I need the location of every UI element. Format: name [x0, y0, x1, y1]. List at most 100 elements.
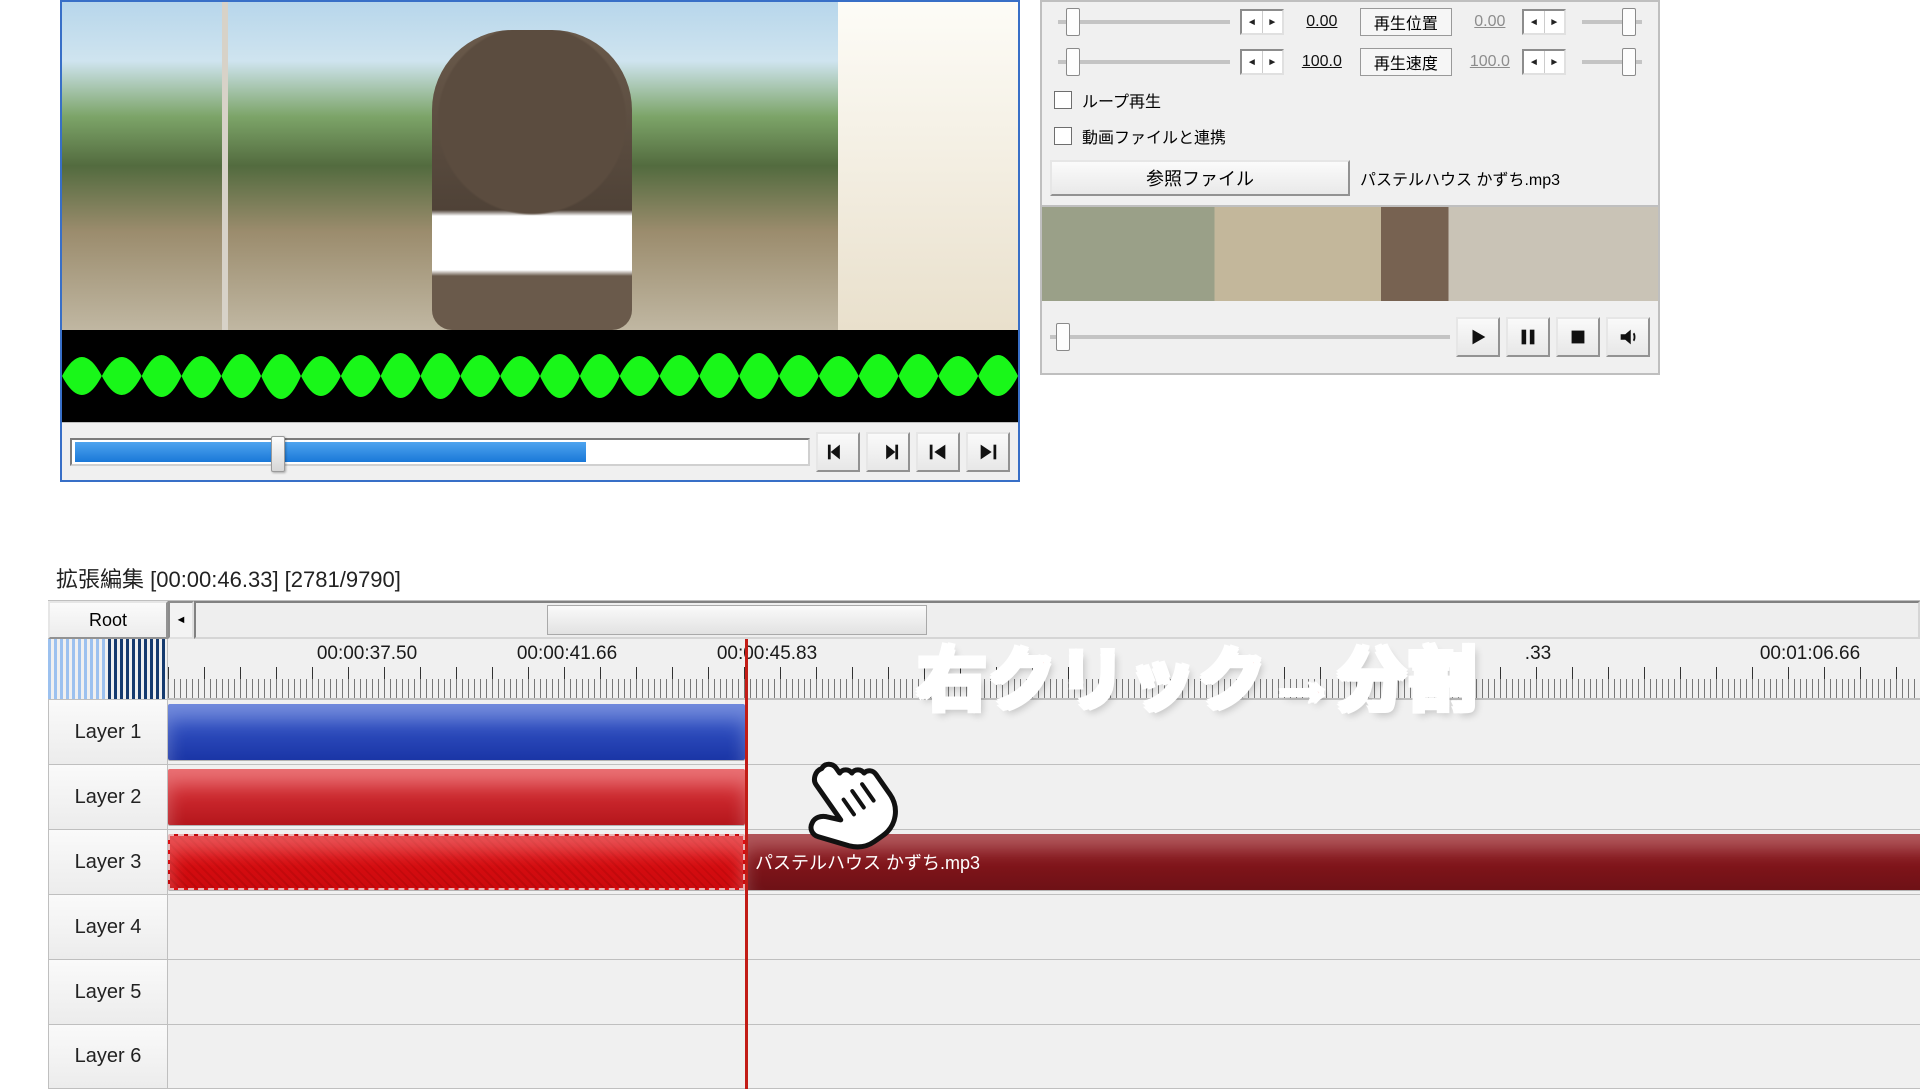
ruler-tick-label: 00:00:41.66 — [517, 643, 617, 665]
value-left[interactable]: 0.00 — [1290, 13, 1354, 31]
link-video-label: 動画ファイルと連携 — [1082, 124, 1226, 148]
mini-preview-panel — [1040, 205, 1660, 375]
layer-label[interactable]: Layer 5 — [48, 960, 168, 1024]
loop-playback-row: ループ再生 — [1042, 82, 1658, 118]
spin-left-dec[interactable]: ◄ — [1242, 51, 1262, 73]
stop-button[interactable] — [1556, 317, 1600, 357]
timeline-title: 拡張編集 [00:00:46.33] [2781/9790] — [56, 562, 401, 594]
audio-clip-selected[interactable] — [168, 834, 745, 890]
preview-progress-fill — [75, 442, 586, 462]
scroll-left-button[interactable]: ◄ — [168, 601, 194, 639]
loop-playback-label: ループ再生 — [1082, 88, 1161, 112]
value-right: 0.00 — [1458, 13, 1522, 31]
ruler-tick-label: 00:01:06.66 — [1760, 643, 1860, 665]
preview-progress[interactable] — [70, 438, 810, 466]
mini-preview-frame — [1042, 207, 1658, 301]
timeline-body: 00:00:37.50 00:00:41.66 00:00:45.83 .33 00:0… — [48, 639, 1920, 1089]
layer-row: Layer 3 パステルハウス かずち.mp3 — [48, 829, 1920, 894]
layer-track[interactable]: パステルハウス かずち.mp3 — [168, 830, 1920, 894]
video-preview-frame — [62, 2, 1018, 330]
property-label-button[interactable]: 再生速度 — [1360, 48, 1452, 76]
spin-left[interactable]: ◄ ► — [1240, 9, 1284, 35]
zoom-gauge[interactable] — [48, 639, 168, 699]
spin-left-dec[interactable]: ◄ — [1242, 11, 1262, 33]
layer-label[interactable]: Layer 4 — [48, 895, 168, 959]
property-slider-thumb[interactable] — [1622, 8, 1636, 36]
spin-left-inc[interactable]: ► — [1262, 51, 1282, 73]
spin-right-inc[interactable]: ► — [1544, 11, 1564, 33]
ruler-tick-label: .33 — [1525, 643, 1551, 665]
layer-row: Layer 5 — [48, 959, 1920, 1024]
video-subject — [432, 30, 632, 330]
layer-label[interactable]: Layer 1 — [48, 700, 168, 764]
ruler-tick-label: 00:00:37.50 — [317, 643, 417, 665]
preview-progress-handle[interactable] — [271, 436, 285, 472]
spin-left[interactable]: ◄ ► — [1240, 49, 1284, 75]
property-slider-left[interactable] — [1058, 20, 1230, 24]
layer-track[interactable] — [168, 960, 1920, 1024]
property-slider-left[interactable] — [1058, 60, 1230, 64]
property-slider-right[interactable] — [1582, 20, 1642, 24]
step-back-button[interactable] — [816, 432, 860, 472]
layer-row: Layer 1 — [48, 699, 1920, 764]
timeline-ruler-row: 00:00:37.50 00:00:41.66 00:00:45.83 .33 00:0… — [48, 639, 1920, 699]
property-slider-thumb[interactable] — [1066, 8, 1080, 36]
jump-start-button[interactable] — [916, 432, 960, 472]
ruler-tick-label: 00:00:45.83 — [717, 643, 817, 665]
value-right: 100.0 — [1458, 53, 1522, 71]
timeline-scroll-thumb[interactable] — [547, 605, 927, 635]
preview-transport-bar — [62, 422, 1018, 480]
mini-progress-thumb[interactable] — [1056, 323, 1070, 351]
loop-playback-checkbox[interactable] — [1054, 91, 1072, 109]
spin-right-dec[interactable]: ◄ — [1524, 51, 1544, 73]
spin-left-inc[interactable]: ► — [1262, 11, 1282, 33]
mute-button[interactable] — [1606, 317, 1650, 357]
link-video-row: 動画ファイルと連携 — [1042, 118, 1658, 154]
play-button[interactable] — [1456, 317, 1500, 357]
root-button-label: Root — [89, 610, 127, 631]
jump-end-button[interactable] — [966, 432, 1010, 472]
property-label-button[interactable]: 再生位置 — [1360, 8, 1452, 36]
mini-progress-slider[interactable] — [1050, 335, 1450, 339]
property-slider-right[interactable] — [1582, 60, 1642, 64]
property-slider-thumb[interactable] — [1066, 48, 1080, 76]
step-forward-button[interactable] — [866, 432, 910, 472]
link-video-checkbox[interactable] — [1054, 127, 1072, 145]
reference-file-button-label: 参照ファイル — [1146, 165, 1254, 191]
audio-clip[interactable]: パステルハウス かずち.mp3 — [745, 834, 1920, 890]
property-row: ◄ ► 100.0 再生速度 100.0 ◄ ► — [1042, 42, 1658, 82]
property-row: ◄ ► 0.00 再生位置 0.00 ◄ ► — [1042, 2, 1658, 42]
value-left[interactable]: 100.0 — [1290, 53, 1354, 71]
audio-properties-panel: ◄ ► 0.00 再生位置 0.00 ◄ ► ◄ ► 100.0 再生速度 10… — [1040, 0, 1660, 208]
layer-track[interactable] — [168, 765, 1920, 829]
layer-row: Layer 2 — [48, 764, 1920, 829]
mini-transport-bar — [1042, 301, 1658, 373]
layer-track[interactable] — [168, 700, 1920, 764]
layer-track[interactable] — [168, 1025, 1920, 1088]
root-button[interactable]: Root — [48, 601, 168, 639]
pause-button[interactable] — [1506, 317, 1550, 357]
reference-file-row: 参照ファイル パステルハウス かずち.mp3 — [1042, 154, 1658, 206]
spin-right-inc[interactable]: ► — [1544, 51, 1564, 73]
spin-right[interactable]: ◄ ► — [1522, 49, 1566, 75]
reference-file-button[interactable]: 参照ファイル — [1050, 160, 1350, 196]
layer-track[interactable] — [168, 895, 1920, 959]
timeline-header: Root ◄ — [48, 601, 1920, 639]
layer-label[interactable]: Layer 3 — [48, 830, 168, 894]
preview-window — [60, 0, 1020, 482]
layer-row: Layer 4 — [48, 894, 1920, 959]
layer-label[interactable]: Layer 6 — [48, 1025, 168, 1088]
video-light-edge — [838, 2, 1018, 330]
reference-file-name: パステルハウス かずち.mp3 — [1360, 166, 1560, 190]
timeline-horizontal-scrollbar[interactable] — [194, 601, 1920, 639]
property-slider-thumb[interactable] — [1622, 48, 1636, 76]
spin-right-dec[interactable]: ◄ — [1524, 11, 1544, 33]
timeline-layers: Layer 1Layer 2Layer 3パステルハウス かずち.mp3Laye… — [48, 699, 1920, 1089]
audio-waveform — [62, 330, 1018, 422]
timeline-panel: Root ◄ 00:00:37.50 00:00:41.66 00:00:45.83… — [48, 600, 1920, 1089]
timeline-ruler[interactable]: 00:00:37.50 00:00:41.66 00:00:45.83 .33 00:0… — [168, 639, 1920, 699]
audio-clip[interactable] — [168, 769, 745, 825]
video-clip[interactable] — [168, 704, 745, 760]
layer-label[interactable]: Layer 2 — [48, 765, 168, 829]
spin-right[interactable]: ◄ ► — [1522, 9, 1566, 35]
